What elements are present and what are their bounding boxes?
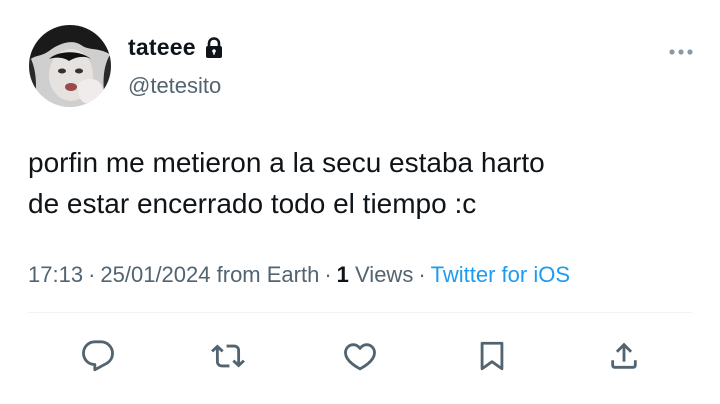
- share-icon: [611, 342, 637, 369]
- display-name[interactable]: tateee: [128, 34, 196, 61]
- tweet-date[interactable]: 25/01/2024: [100, 262, 210, 287]
- tweet-card: tateee @tetesito porfin me metieron a la…: [0, 0, 720, 404]
- avatar[interactable]: [29, 25, 111, 107]
- tweet-text: porfin me metieron a la secu estaba hart…: [28, 147, 545, 219]
- bookmark-button[interactable]: [472, 336, 512, 376]
- tweet-meta: 17:13 · 25/01/2024 from Earth · 1 Views · Twit…: [28, 262, 570, 288]
- tweet-source-link[interactable]: Twitter for iOS: [431, 262, 570, 287]
- retweet-button[interactable]: [208, 336, 248, 376]
- author-name-row: tateee: [128, 34, 224, 61]
- tweet-time[interactable]: 17:13: [28, 262, 83, 287]
- views-label[interactable]: Views: [355, 262, 413, 287]
- like-button[interactable]: [340, 336, 380, 376]
- avatar-photo-icon: [29, 25, 111, 107]
- author-handle[interactable]: @tetesito: [128, 73, 221, 99]
- divider: [28, 312, 692, 313]
- lock-icon: [204, 36, 224, 59]
- like-icon: [344, 343, 376, 371]
- reply-button[interactable]: [78, 336, 118, 376]
- reply-icon: [82, 340, 114, 372]
- more-options-icon[interactable]: [668, 44, 694, 55]
- bookmark-icon: [480, 341, 504, 371]
- share-button[interactable]: [604, 336, 644, 376]
- views-count[interactable]: 1: [337, 262, 349, 287]
- tweet-location: from Earth: [216, 262, 320, 287]
- meta-separator: ·: [324, 262, 332, 287]
- meta-separator: ·: [88, 262, 96, 287]
- meta-separator: ·: [418, 262, 426, 287]
- retweet-icon: [211, 344, 245, 368]
- action-bar: [0, 336, 720, 376]
